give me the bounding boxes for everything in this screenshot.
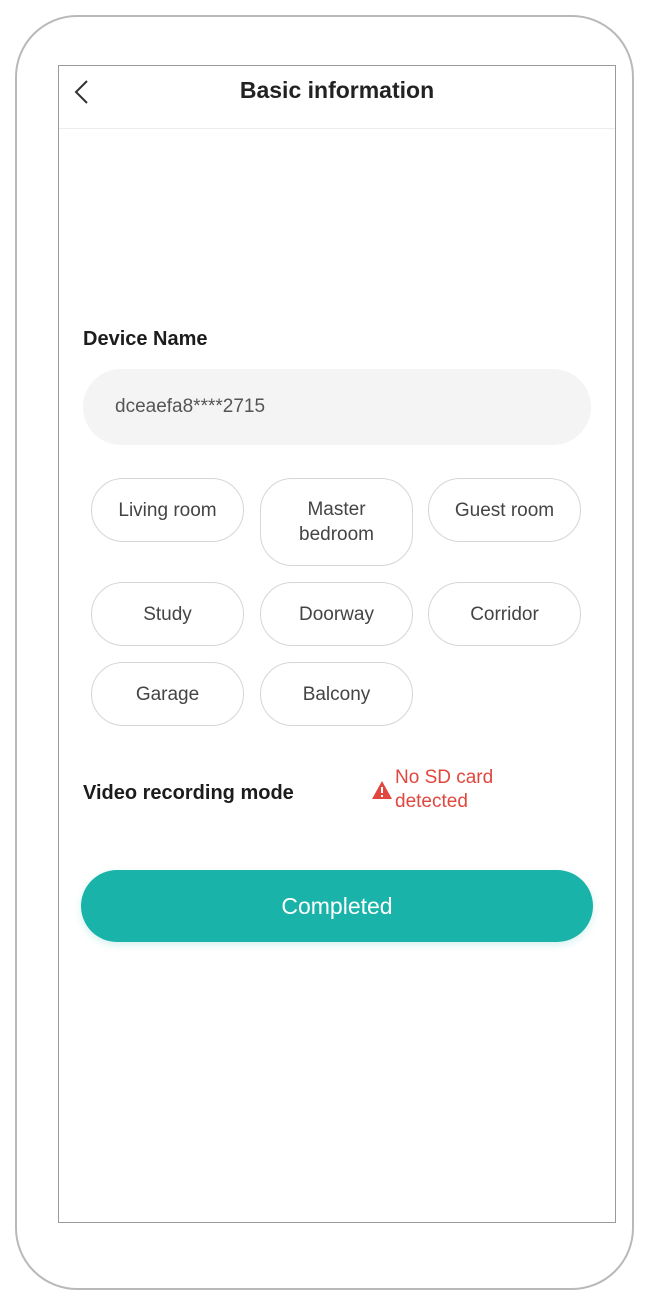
room-chip-guest-room[interactable]: Guest room [428, 478, 581, 542]
device-name-input[interactable] [83, 369, 591, 445]
sd-card-warning-text: No SD card detected [395, 767, 494, 812]
nav-bar: Basic information [59, 66, 615, 129]
room-chip-study[interactable]: Study [91, 582, 244, 646]
room-chip-corridor[interactable]: Corridor [428, 582, 581, 646]
room-chip-garage[interactable]: Garage [91, 662, 244, 726]
sd-card-warning: No SD card detected [371, 766, 525, 814]
room-chip-living-room[interactable]: Living room [91, 478, 244, 542]
room-chip-master-bedroom[interactable]: Master bedroom [260, 478, 413, 566]
room-chip-doorway[interactable]: Doorway [260, 582, 413, 646]
app-screen: Basic information Device Name Living roo… [58, 65, 616, 1223]
page-title: Basic information [239, 77, 435, 103]
video-recording-mode-label: Video recording mode [83, 782, 294, 804]
device-name-label: Device Name [83, 328, 208, 350]
warning-triangle-icon [372, 781, 392, 799]
room-chip-balcony[interactable]: Balcony [260, 662, 413, 726]
completed-button[interactable]: Completed [81, 870, 593, 942]
